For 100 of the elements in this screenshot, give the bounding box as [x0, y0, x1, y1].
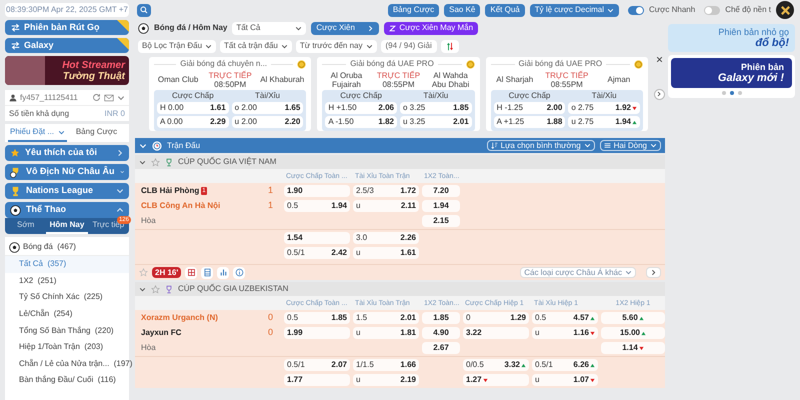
odds-button[interactable]: 1.27 — [463, 374, 529, 386]
filter-dropdown[interactable]: Tất cả trận đấu — [220, 40, 292, 52]
odds-button[interactable]: u 2.19 — [353, 374, 419, 386]
odds-button[interactable]: 2.15 — [422, 215, 460, 227]
odds-button[interactable]: u 1.81 — [353, 327, 419, 339]
odds-button[interactable]: 0.5 1.85 — [284, 312, 350, 324]
match-card[interactable]: Giải bóng đá UAE PRO Al Oruba Fujairah TRỰC TIẾP 08:55PM Al Wahda Abu Dhabi Cược Chấp Tài/Xỉu H +1.50 2.06 o 3.25 1.85 A -1.50 1.82 u 3.25 2.01 — [317, 57, 480, 131]
odds-button[interactable]: A 0.00 2.29 — [157, 116, 229, 128]
odds-button[interactable]: 7.20 — [422, 185, 460, 197]
odds-button[interactable]: 0/0.5 3.32 — [463, 359, 529, 371]
odds-button[interactable]: 4.90 — [422, 327, 460, 339]
ad-banner[interactable]: Phiên bản Galaxy mới ! — [671, 58, 792, 88]
odds-button[interactable]: A -1.50 1.82 — [325, 116, 397, 128]
promo-button[interactable]: Galaxy — [5, 38, 129, 53]
sidebar-tab[interactable]: Phiếu Đặt ... — [8, 124, 67, 142]
bet-type-item[interactable]: Tổng Số Bàn Thắng (220) — [5, 322, 129, 339]
league-row[interactable]: CÚP QUỐC GIA UZBEKISTAN — [135, 282, 665, 296]
odds-button[interactable]: 3.22 — [463, 327, 529, 339]
promo-banner[interactable]: Hot Streamer Tường Thuật — [5, 56, 129, 85]
odds-format-dropdown[interactable]: Tỷ lệ cược Decimal — [530, 4, 619, 16]
odds-button[interactable]: H +1.50 2.06 — [325, 102, 397, 114]
odds-button[interactable]: 5.60 — [601, 312, 665, 324]
odds-button[interactable]: 1.5 2.01 — [353, 312, 419, 324]
odds-button[interactable]: u 1.61 — [353, 247, 419, 259]
bet-type-item[interactable]: Hiệp 1/Toàn Trận (203) — [5, 338, 129, 356]
market-dropdown[interactable]: Tất Cả — [232, 22, 306, 34]
corner-ribbon-icon — [117, 20, 129, 32]
next-button[interactable] — [654, 88, 665, 100]
odds-button[interactable]: 1/1.5 1.66 — [353, 359, 419, 371]
market-header: Cược Chấp — [339, 90, 384, 102]
view-dropdown[interactable]: Hai Dòng — [600, 140, 661, 151]
sidebar-section[interactable]: Thể Thao — [5, 202, 129, 218]
odds-button[interactable]: 0.5/1 2.07 — [284, 359, 350, 371]
odds-button[interactable]: H -1.25 2.00 — [494, 102, 566, 114]
bet-type-item[interactable]: Bàn thắng Đầu/ Cuối (116) — [5, 372, 129, 389]
odds-button[interactable]: 1.99 — [284, 327, 350, 339]
search-button[interactable] — [137, 4, 151, 16]
match-card[interactable]: Giải bóng đá chuyên n... Oman Club TRỰC TIẾP 08:50PM Al Khaburah Cược Chấp Tài/Xỉu H 0.00 1.61 o 2.00 1.65 A 0.00 2.29 u 2.00 2.20 — [149, 57, 312, 131]
close-button[interactable] — [776, 1, 794, 19]
sport-item[interactable]: Bóng đá (467) — [23, 241, 76, 253]
odds-button[interactable]: o 2.75 1.92 — [568, 102, 640, 114]
toolbar-button[interactable]: Kết Quả — [485, 4, 525, 16]
filter-dropdown[interactable]: Từ trước đến nay — [296, 40, 377, 52]
odds-button[interactable]: H 0.00 1.61 — [157, 102, 229, 114]
odds-button[interactable]: 1.85 — [422, 312, 460, 324]
promo-button[interactable]: Phiên bản Rút Gọ — [5, 20, 129, 35]
parlay-button[interactable]: Cược Xiên — [311, 22, 380, 34]
bet-type-item[interactable]: Tất Cả (357) — [5, 256, 129, 273]
odds-button[interactable]: 1.14 — [601, 342, 665, 354]
icon-button[interactable] — [201, 266, 214, 278]
odds-button[interactable]: 2.5/3 1.72 — [353, 185, 419, 197]
sport-tab[interactable]: Hôm Nay — [46, 218, 88, 234]
odds-button[interactable]: 2.67 — [422, 342, 460, 354]
odds-button[interactable]: 0.5/1 2.42 — [284, 247, 350, 259]
odds-button[interactable]: o 3.25 1.85 — [400, 102, 472, 114]
ad-banner[interactable]: Phiên bản nhỏ gọ đổ bộ! — [668, 24, 795, 52]
sidebar-section[interactable]: Nations League — [5, 183, 129, 199]
odds-button[interactable]: 0.5 4.57 — [532, 312, 598, 324]
odds-button[interactable]: 1.54 — [284, 232, 350, 244]
sidebar-tab[interactable]: Bảng Cược — [67, 124, 126, 142]
lucky-parlay-button[interactable]: Cược Xiên May Mắn — [384, 22, 478, 34]
odds-button[interactable]: 1.77 — [284, 374, 350, 386]
sort-button[interactable] — [440, 40, 459, 52]
sidebar-section[interactable]: Vô Địch Nữ Châu Âu — [5, 164, 129, 180]
icon-button[interactable] — [233, 266, 246, 278]
sidebar-section[interactable]: Yêu thích của tôi — [5, 145, 129, 161]
league-row[interactable]: CÚP QUỐC GIA VIỆT NAM — [135, 155, 665, 169]
odds-button[interactable]: 15.00 — [601, 327, 665, 339]
toolbar-button[interactable]: Bảng Cược — [388, 4, 440, 16]
toolbar-button[interactable]: Sao Kê — [444, 4, 480, 16]
bet-type-item[interactable]: Tỷ Số Chính Xác (225) — [5, 289, 129, 306]
odds-button[interactable]: 0 1.29 — [463, 312, 529, 324]
filter-dropdown[interactable]: Bộ Lọc Trận Đấu — [138, 40, 216, 52]
markets-dropdown[interactable]: Các loại cược Châu Á khác — [520, 267, 636, 278]
odds-button[interactable]: u 1.16 — [532, 327, 598, 339]
odds-button[interactable]: 1.90 — [284, 185, 350, 197]
odds-button[interactable]: A +1.25 1.88 — [494, 116, 566, 128]
match-card[interactable]: Giải bóng đá UAE PRO Al Sharjah TRỰC TIẾP 08:55PM Ajman Cược Chấp Tài/Xỉu H -1.25 2.00 o 2.75 1.92 A +1.25 1.88 u 2.75 1.94 — [486, 57, 648, 131]
sport-tab[interactable]: Sớm — [5, 218, 46, 234]
chevron-down-icon — [607, 6, 614, 14]
odds-button[interactable]: 1.94 — [422, 200, 460, 212]
odds-button[interactable]: u 2.11 — [353, 200, 419, 212]
sort-dropdown[interactable]: Lựa chọn bình thường — [486, 140, 595, 151]
odds-button[interactable]: 0.5 1.94 — [284, 200, 350, 212]
bet-type-item[interactable]: 1X2 (251) — [5, 272, 129, 290]
icon-button[interactable] — [217, 266, 230, 278]
odds-button[interactable]: u 2.00 2.20 — [232, 116, 304, 128]
odds-button[interactable]: 3.0 2.26 — [353, 232, 419, 244]
toggle-switch[interactable] — [628, 6, 644, 14]
odds-button[interactable]: u 3.25 2.01 — [400, 116, 472, 128]
icon-button[interactable] — [185, 266, 198, 278]
odds-button[interactable]: o 2.00 1.65 — [232, 102, 304, 114]
ad-subtitle: đổ bộ! — [755, 38, 789, 49]
toggle-switch[interactable] — [704, 6, 720, 14]
market-header: Tài/Xỉu — [590, 90, 618, 102]
next-button[interactable] — [646, 267, 661, 278]
odds-button[interactable]: u 2.75 1.94 — [568, 116, 640, 128]
bet-type-item[interactable]: Lẻ/Chẵn (254) — [5, 306, 129, 322]
odds-button[interactable]: 0.5/1 6.26 — [532, 359, 598, 371]
odds-button[interactable]: u 1.07 — [532, 374, 598, 386]
